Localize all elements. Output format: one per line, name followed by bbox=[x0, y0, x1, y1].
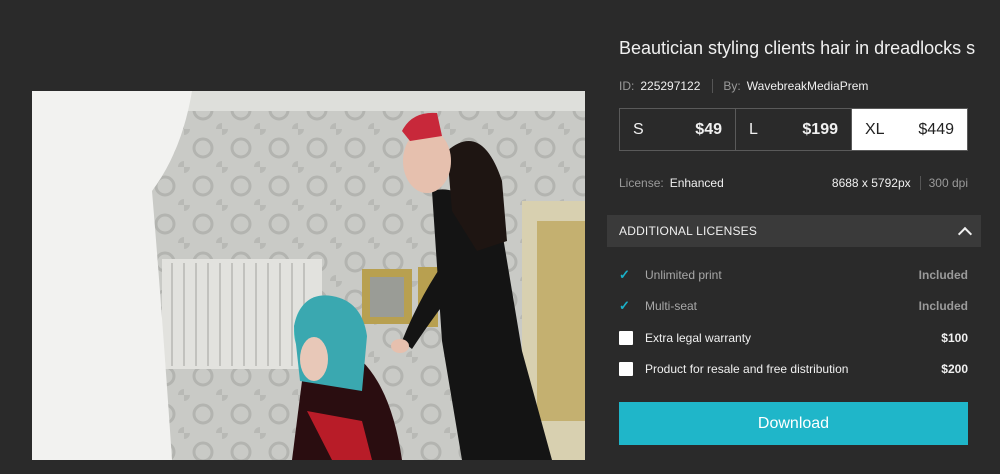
image-dimensions: 8688 x 5792px bbox=[831, 176, 911, 190]
meta-divider bbox=[712, 79, 714, 93]
additional-licenses-toggle[interactable]: ADDITIONAL LICENSES bbox=[607, 215, 981, 247]
license-info: License: Enhanced 8688 x 5792px 300 dpi bbox=[619, 176, 968, 190]
size-option-xl[interactable]: XL $449 bbox=[852, 109, 967, 150]
license-option-resale: Product for resale and free distribution… bbox=[619, 354, 968, 386]
chevron-up-icon bbox=[957, 224, 971, 238]
size-option-l[interactable]: L $199 bbox=[736, 109, 852, 150]
preview-image bbox=[32, 91, 585, 460]
option-label: Product for resale and free distribution bbox=[645, 362, 849, 377]
option-label: Multi-seat bbox=[645, 299, 698, 314]
checkmark-icon: ✓ bbox=[619, 298, 630, 314]
option-price: $200 bbox=[941, 362, 968, 377]
author-link[interactable]: WavebreakMediaPrem bbox=[747, 79, 869, 93]
license-divider bbox=[919, 176, 921, 190]
license-option-extra-legal-warranty: Extra legal warranty $100 bbox=[619, 322, 968, 354]
license-option-unlimited-print: ✓ Unlimited print Included bbox=[619, 259, 968, 291]
license-label: License: bbox=[619, 176, 664, 190]
image-title: Beautician styling clients hair in dread… bbox=[619, 38, 975, 58]
size-name: XL bbox=[865, 120, 885, 138]
option-price: Included bbox=[918, 299, 968, 314]
size-price: $199 bbox=[802, 120, 838, 138]
size-name: S bbox=[633, 120, 644, 138]
extra-legal-warranty-checkbox[interactable] bbox=[619, 330, 633, 345]
additional-licenses-list: ✓ Unlimited print Included ✓ Multi-seat … bbox=[619, 259, 968, 385]
option-label: Unlimited print bbox=[645, 267, 722, 282]
size-option-s[interactable]: S $49 bbox=[620, 109, 736, 150]
additional-licenses-header: ADDITIONAL LICENSES bbox=[619, 224, 758, 238]
option-price: $100 bbox=[941, 330, 968, 345]
photo-illustration bbox=[32, 91, 585, 460]
option-price: Included bbox=[918, 267, 968, 282]
license-type: Enhanced bbox=[669, 176, 724, 190]
size-price: $449 bbox=[918, 120, 954, 138]
image-meta: ID: 225297122 By: WavebreakMediaPrem bbox=[619, 79, 868, 93]
details-panel: Beautician styling clients hair in dread… bbox=[607, 0, 981, 474]
size-selector: S $49 L $199 XL $449 bbox=[619, 108, 968, 151]
id-label: ID: bbox=[619, 79, 635, 93]
download-button[interactable]: Download bbox=[619, 402, 968, 445]
image-dpi: 300 dpi bbox=[928, 176, 968, 190]
size-price: $49 bbox=[695, 120, 722, 138]
license-option-multi-seat: ✓ Multi-seat Included bbox=[619, 291, 968, 323]
option-label: Extra legal warranty bbox=[645, 330, 752, 345]
checkmark-icon: ✓ bbox=[619, 266, 630, 282]
size-name: L bbox=[749, 120, 758, 138]
resale-checkbox[interactable] bbox=[619, 362, 633, 377]
by-label: By: bbox=[723, 79, 741, 93]
image-id: 225297122 bbox=[640, 79, 701, 93]
